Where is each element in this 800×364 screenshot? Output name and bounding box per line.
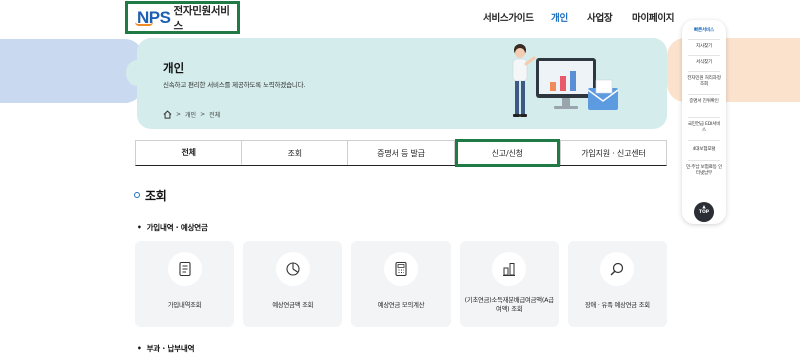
group-title-billing: 부과 · 납부내역 (137, 343, 195, 354)
service-card[interactable]: (기초연금)소득재분배급여금액(A급여액) 조회 (459, 241, 559, 327)
nav-business[interactable]: 사업장 (587, 10, 613, 24)
quick-menu-online-payment[interactable]: 민·주납 보험료등 인터넷납부 (686, 165, 722, 177)
service-card-label: 가입내역조회 (167, 302, 202, 309)
breadcrumb-separator: > (176, 111, 182, 118)
tab-certificate-issue[interactable]: 증명서 등 발급 (348, 141, 455, 165)
breadcrumb: > 개인 > 전체 (163, 110, 220, 119)
site-header: NPS 전자민원서비스 서비스가이드 개인 사업장 마이페이지 (0, 0, 800, 34)
quick-menu-certificate-verify[interactable]: 증명서 진위확인 (686, 99, 722, 105)
magnifier-icon (600, 252, 635, 286)
quick-menu-divider (688, 55, 720, 56)
tab-all[interactable]: 전체 (136, 141, 243, 165)
calculator-icon (384, 252, 418, 286)
quick-menu-divider (688, 160, 720, 161)
service-card[interactable]: 예상연금 모의계산 (351, 241, 451, 327)
page-description: 신속하고 편리한 서비스를 제공하도록 노력하겠습니다. (163, 81, 306, 89)
service-card-label: 장애 · 유족 예상연금 조회 (584, 302, 650, 309)
service-card-label: 예상연금액 조회 (272, 302, 314, 309)
document-icon (167, 252, 202, 286)
quick-menu-divider (688, 71, 720, 72)
home-icon[interactable] (163, 110, 172, 119)
quick-menu-insurance-portal[interactable]: 4대보험포털 (686, 147, 722, 153)
logo-service-name: 전자민원서비스 (173, 4, 230, 32)
nav-personal[interactable]: 개인 (551, 10, 568, 24)
group-title-enrollment: 가입내역 · 예상연금 (137, 222, 208, 233)
quick-menu-divider (688, 94, 720, 95)
quick-menu-branch-search[interactable]: 지사찾기 (686, 44, 722, 50)
service-card-list: 가입내역조회 예상연금액 조회 예상연금 모의계산 (기초연금)소득재분배급여금… (135, 241, 668, 327)
scroll-top-button[interactable]: ▲ TOP (694, 202, 714, 222)
section-bullet-icon (134, 192, 140, 198)
nps-logo-mark: NPS (135, 7, 171, 27)
tab-inquiry[interactable]: 조회 (242, 141, 349, 165)
tab-support-center[interactable]: 가입지원 · 신고센터 (561, 141, 666, 165)
site-logo[interactable]: NPS 전자민원서비스 (125, 1, 240, 34)
scroll-top-label: TOP (698, 209, 710, 215)
quick-menu-divider (688, 140, 720, 141)
section-title: 조회 (145, 189, 167, 203)
service-card[interactable]: 장애 · 유족 예상연금 조회 (567, 241, 668, 327)
quick-menu-divider (688, 117, 720, 118)
nav-service-guide[interactable]: 서비스가이드 (483, 10, 534, 24)
quick-menu-title: 빠른서비스 (693, 28, 715, 33)
service-card[interactable]: 예상연금액 조회 (243, 241, 343, 327)
page-title: 개인 (163, 61, 185, 75)
quick-menu-process-status[interactable]: 전자민원 처리과정조회 (686, 76, 722, 88)
breadcrumb-item-personal[interactable]: 개인 (185, 110, 196, 119)
category-tabs: 전체 조회 증명서 등 발급 신고/신청 가입지원 · 신고센터 (135, 140, 667, 166)
person-monitor-illustration (512, 44, 619, 117)
service-card[interactable]: 가입내역조회 (135, 241, 235, 327)
quick-menu: 빠른서비스 지사찾기 서식찾기 전자민원 처리과정조회 증명서 진위확인 국민연… (682, 20, 726, 224)
service-card-label: (기초연금)소득재분배급여금액(A급여액) 조회 (464, 297, 554, 314)
breadcrumb-item-all: 전체 (209, 112, 221, 119)
nav-mypage[interactable]: 마이페이지 (632, 10, 675, 24)
breadcrumb-separator: > (200, 111, 206, 118)
quick-menu-form-search[interactable]: 서식찾기 (686, 60, 722, 66)
service-card-label: 예상연금 모의계산 (377, 302, 425, 309)
pie-chart-icon (275, 252, 310, 286)
quick-menu-divider (688, 39, 720, 40)
tab-highlight-box (455, 139, 560, 167)
bar-chart-icon (492, 252, 527, 286)
quick-menu-edi-service[interactable]: 국민연금 EDI서비스 (686, 122, 722, 134)
